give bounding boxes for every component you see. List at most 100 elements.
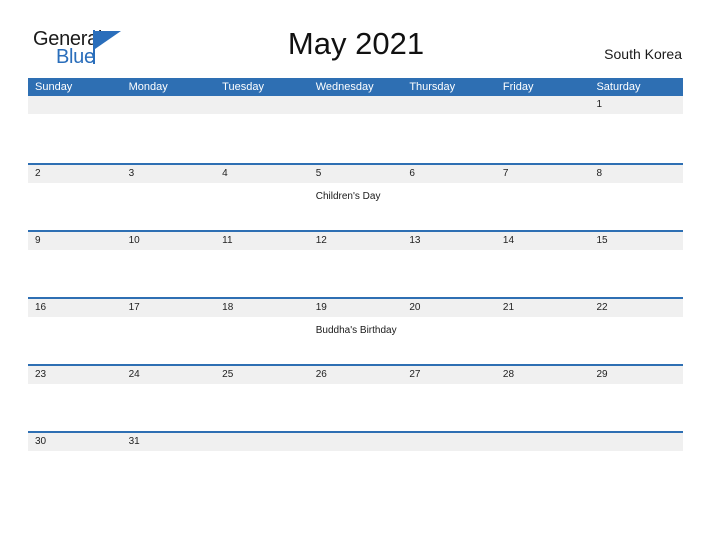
day-cell[interactable] (496, 433, 590, 451)
day-cell[interactable]: 26 (309, 366, 403, 384)
week-row: 16 17 18 19 20 21 22 Buddha's Birthday (28, 297, 683, 366)
event-cell[interactable] (402, 114, 496, 163)
weekday-header-monday: Monday (128, 81, 168, 93)
day-cell[interactable]: 3 (122, 165, 216, 183)
day-cell[interactable] (309, 96, 403, 114)
day-cell[interactable]: 8 (589, 165, 683, 183)
day-number: 30 (35, 436, 47, 447)
event-cell[interactable] (496, 384, 590, 433)
day-cell[interactable] (402, 433, 496, 451)
event-cell[interactable] (589, 250, 683, 299)
week-event-strip: Children's Day (28, 183, 683, 232)
event-cell[interactable] (215, 250, 309, 299)
event-cell[interactable] (589, 114, 683, 163)
day-cell[interactable]: 2 (28, 165, 122, 183)
day-cell[interactable]: 17 (122, 299, 216, 317)
day-cell[interactable] (589, 433, 683, 451)
day-number: 24 (128, 369, 140, 380)
weekday-header-saturday: Saturday (596, 81, 641, 93)
event-cell[interactable] (28, 114, 122, 163)
event-label: Buddha's Birthday (315, 325, 397, 336)
event-cell[interactable] (309, 114, 403, 163)
event-cell[interactable] (589, 317, 683, 366)
day-cell[interactable]: 18 (215, 299, 309, 317)
event-cell[interactable] (496, 114, 590, 163)
day-number: 19 (315, 302, 327, 313)
day-cell[interactable] (28, 96, 122, 114)
event-cell[interactable] (122, 250, 216, 299)
day-cell[interactable] (309, 433, 403, 451)
event-cell[interactable] (122, 384, 216, 433)
day-cell[interactable]: 14 (496, 232, 590, 250)
event-cell[interactable] (496, 250, 590, 299)
weekday-header-friday: Friday (502, 81, 534, 93)
day-cell[interactable]: 1 (589, 96, 683, 114)
event-cell[interactable] (28, 317, 122, 366)
event-cell[interactable] (215, 183, 309, 232)
day-number: 26 (315, 369, 327, 380)
day-number: 3 (128, 168, 135, 179)
day-cell[interactable]: 27 (402, 366, 496, 384)
day-cell[interactable]: 16 (28, 299, 122, 317)
day-cell[interactable]: 21 (496, 299, 590, 317)
event-cell[interactable] (215, 317, 309, 366)
day-cell[interactable] (496, 96, 590, 114)
day-number: 22 (596, 302, 608, 313)
event-cell[interactable]: Buddha's Birthday (309, 317, 403, 366)
day-number: 11 (222, 235, 233, 246)
day-cell[interactable]: 19 (309, 299, 403, 317)
event-cell[interactable] (28, 250, 122, 299)
event-cell[interactable] (122, 183, 216, 232)
day-cell[interactable]: 11 (215, 232, 309, 250)
event-cell[interactable] (215, 384, 309, 433)
event-cell[interactable]: Children's Day (309, 183, 403, 232)
day-cell[interactable]: 29 (589, 366, 683, 384)
event-cell[interactable] (28, 384, 122, 433)
day-cell[interactable] (215, 433, 309, 451)
event-cell[interactable] (309, 250, 403, 299)
event-cell[interactable] (122, 317, 216, 366)
week-row: 2 3 4 5 6 7 8 Children's Day (28, 163, 683, 232)
day-cell[interactable]: 12 (309, 232, 403, 250)
day-cell[interactable]: 15 (589, 232, 683, 250)
event-cell[interactable] (309, 384, 403, 433)
day-cell[interactable]: 30 (28, 433, 122, 451)
event-cell[interactable] (28, 183, 122, 232)
day-number: 23 (35, 369, 47, 380)
day-cell[interactable] (402, 96, 496, 114)
event-cell[interactable] (402, 250, 496, 299)
day-number: 9 (35, 235, 41, 246)
week-row: 1 (28, 96, 683, 163)
event-cell[interactable] (496, 317, 590, 366)
event-cell[interactable] (122, 114, 216, 163)
day-cell[interactable]: 25 (215, 366, 309, 384)
event-cell[interactable] (589, 384, 683, 433)
event-cell[interactable] (402, 384, 496, 433)
day-cell[interactable]: 28 (496, 366, 590, 384)
day-cell[interactable]: 23 (28, 366, 122, 384)
event-cell[interactable] (215, 114, 309, 163)
week-row: 23 24 25 26 27 28 29 (28, 364, 683, 433)
day-cell[interactable]: 24 (122, 366, 216, 384)
event-cell[interactable] (402, 317, 496, 366)
week-daynumber-strip: 30 31 (28, 433, 683, 451)
day-cell[interactable] (215, 96, 309, 114)
day-cell[interactable]: 31 (122, 433, 216, 451)
day-cell[interactable]: 13 (402, 232, 496, 250)
event-cell[interactable] (496, 183, 590, 232)
day-cell[interactable]: 5 (309, 165, 403, 183)
day-cell[interactable]: 7 (496, 165, 590, 183)
day-number: 28 (502, 369, 515, 380)
event-cell[interactable] (402, 183, 496, 232)
event-cell[interactable] (589, 183, 683, 232)
day-cell[interactable]: 9 (28, 232, 122, 250)
day-cell[interactable]: 6 (402, 165, 496, 183)
week-daynumber-strip: 2 3 4 5 6 7 8 (28, 165, 683, 183)
day-cell[interactable]: 10 (122, 232, 216, 250)
event-label: Children's Day (315, 191, 381, 202)
day-cell[interactable] (122, 96, 216, 114)
day-cell[interactable]: 22 (589, 299, 683, 317)
day-cell[interactable]: 4 (215, 165, 309, 183)
weekday-header-tuesday: Tuesday (222, 81, 264, 93)
day-cell[interactable]: 20 (402, 299, 496, 317)
